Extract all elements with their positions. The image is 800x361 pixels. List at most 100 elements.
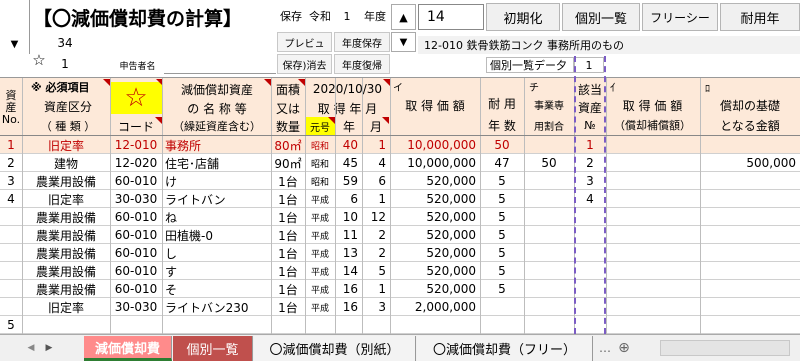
tab-depreciation-attachment[interactable]: 〇減価償却費（別紙） — [254, 336, 416, 361]
cell-no[interactable] — [0, 262, 22, 280]
cell-name[interactable]: 田植機-0 — [162, 226, 271, 244]
cell-app[interactable] — [574, 226, 606, 244]
cell-month[interactable]: 4 — [362, 154, 390, 172]
cell-era[interactable]: 平成 — [305, 190, 335, 208]
cell-year[interactable]: 13 — [335, 244, 362, 262]
cell-no[interactable] — [0, 226, 22, 244]
cell-year[interactable]: 40 — [335, 136, 362, 154]
scroll-up-arrow[interactable]: ▲ — [391, 4, 416, 30]
cell-app[interactable]: 3 — [574, 172, 606, 190]
cell-name[interactable]: し — [162, 244, 271, 262]
cell-ratio[interactable] — [524, 280, 574, 298]
cell-base[interactable] — [700, 316, 800, 334]
cell-useful[interactable] — [480, 298, 524, 316]
cell-price[interactable]: 520,000 — [390, 280, 480, 298]
cell-month[interactable]: 2 — [362, 226, 390, 244]
tab-depreciation-free[interactable]: 〇減価償却費（フリー） — [417, 336, 593, 361]
cell-class[interactable]: 建物 — [22, 154, 110, 172]
cell-class[interactable]: 旧定率 — [22, 298, 110, 316]
cell-month[interactable]: 12 — [362, 208, 390, 226]
cell-era[interactable] — [305, 316, 335, 334]
cell-qty[interactable]: 1台 — [271, 190, 305, 208]
cell-name[interactable]: ライトバン230 — [162, 298, 271, 316]
cell-qty[interactable] — [271, 316, 305, 334]
cell-base[interactable] — [700, 262, 800, 280]
cell-era[interactable]: 平成 — [305, 208, 335, 226]
cell-code[interactable] — [110, 316, 162, 334]
cell-code[interactable]: 30-030 — [110, 190, 162, 208]
cell-code[interactable]: 60-010 — [110, 262, 162, 280]
cell-code[interactable]: 12-010 — [110, 136, 162, 154]
cell-price[interactable]: 520,000 — [390, 244, 480, 262]
cell-app[interactable] — [574, 244, 606, 262]
cell-ratio[interactable] — [524, 226, 574, 244]
cell-ratio[interactable] — [524, 208, 574, 226]
cell-no[interactable] — [0, 280, 22, 298]
save-erase-button[interactable]: 保存)消去 — [277, 54, 332, 74]
cell-base[interactable] — [700, 280, 800, 298]
cell-ratio[interactable] — [524, 172, 574, 190]
cell-ratio[interactable] — [524, 244, 574, 262]
cell-ratio[interactable]: 50 — [524, 154, 574, 172]
cell-year[interactable]: 59 — [335, 172, 362, 190]
cell-base[interactable] — [700, 226, 800, 244]
cell-app[interactable] — [574, 280, 606, 298]
cell-useful[interactable]: 5 — [480, 226, 524, 244]
cell-name[interactable]: ね — [162, 208, 271, 226]
cell-qty[interactable]: 90㎡ — [271, 154, 305, 172]
cell-month[interactable]: 2 — [362, 244, 390, 262]
cell-base[interactable] — [700, 172, 800, 190]
cell-base[interactable] — [700, 298, 800, 316]
individual-list-button[interactable]: 個別一覧 — [562, 3, 640, 31]
cell-ratio[interactable] — [524, 262, 574, 280]
sheet-prev-arrow[interactable]: ◀ — [24, 338, 38, 358]
cell-name[interactable] — [162, 316, 271, 334]
cell-code[interactable]: 60-010 — [110, 208, 162, 226]
tab-depreciation[interactable]: 減価償却費 — [84, 336, 172, 361]
cell-era[interactable]: 平成 — [305, 280, 335, 298]
cell-price[interactable]: 520,000 — [390, 172, 480, 190]
cell-era[interactable]: 平成 — [305, 298, 335, 316]
cell-useful[interactable]: 47 — [480, 154, 524, 172]
cell-app[interactable] — [574, 316, 606, 334]
add-sheet-icon[interactable]: ⊕ — [614, 338, 634, 358]
cell-qty[interactable]: 1台 — [271, 298, 305, 316]
cell-qty[interactable]: 1台 — [271, 262, 305, 280]
cell-no[interactable] — [0, 208, 22, 226]
cell-price[interactable]: 10,000,000 — [390, 154, 480, 172]
cell-useful[interactable]: 5 — [480, 190, 524, 208]
number-input[interactable]: 14 — [418, 4, 484, 30]
cell-code[interactable]: 60-010 — [110, 172, 162, 190]
cell-price[interactable]: 10,000,000 — [390, 136, 480, 154]
cell-app[interactable] — [574, 208, 606, 226]
cell-name[interactable]: け — [162, 172, 271, 190]
cell-base[interactable] — [700, 136, 800, 154]
cell-month[interactable]: 1 — [362, 136, 390, 154]
cell-app[interactable] — [574, 298, 606, 316]
cell-useful[interactable]: 5 — [480, 172, 524, 190]
cell-month[interactable]: 1 — [362, 190, 390, 208]
cell-qty[interactable]: 80㎡ — [271, 136, 305, 154]
cell-year[interactable]: 6 — [335, 190, 362, 208]
cell-month[interactable]: 6 — [362, 172, 390, 190]
cell-name[interactable]: 住宅･店舗 — [162, 154, 271, 172]
cell-price[interactable]: 520,000 — [390, 262, 480, 280]
cell-ratio[interactable] — [524, 190, 574, 208]
cell-year[interactable]: 16 — [335, 298, 362, 316]
cell-class[interactable]: 農業用設備 — [22, 208, 110, 226]
cell-useful[interactable]: 5 — [480, 208, 524, 226]
cell-qty[interactable]: 1台 — [271, 280, 305, 298]
cell-class[interactable]: 農業用設備 — [22, 226, 110, 244]
cell-useful[interactable] — [480, 316, 524, 334]
year-value[interactable]: 1 — [337, 8, 357, 24]
cell-app[interactable]: 2 — [574, 154, 606, 172]
cell-era[interactable]: 昭和 — [305, 136, 335, 154]
sort-down-arrow[interactable]: ▼ — [0, 34, 30, 54]
cell-code[interactable]: 12-020 — [110, 154, 162, 172]
list-data-value[interactable]: 1 — [574, 57, 604, 73]
cell-ratio[interactable] — [524, 316, 574, 334]
cell-year[interactable]: 14 — [335, 262, 362, 280]
cell-no[interactable]: 5 — [0, 316, 22, 334]
cell-era[interactable]: 平成 — [305, 262, 335, 280]
cell-month[interactable]: 5 — [362, 262, 390, 280]
